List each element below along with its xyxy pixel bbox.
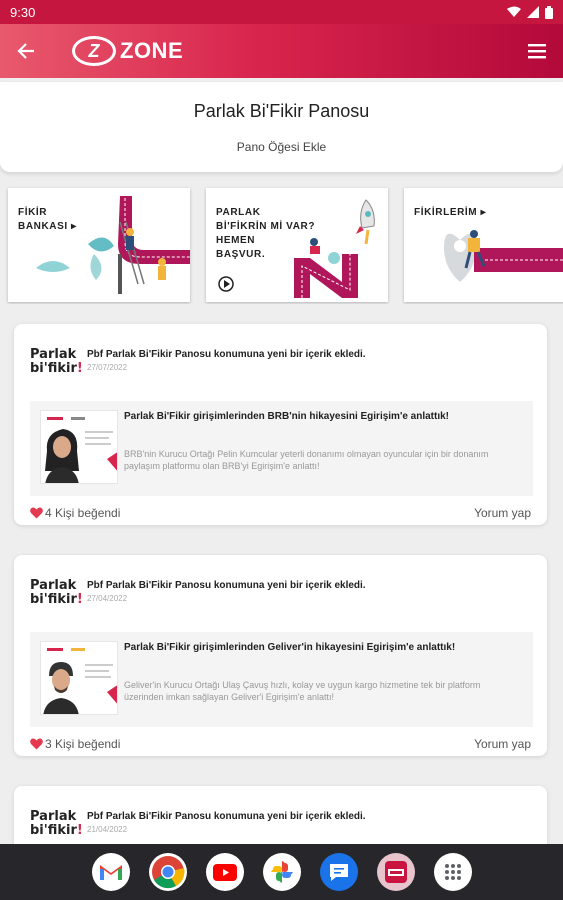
battery-icon — [545, 5, 553, 19]
post-logo-dot: ! — [76, 361, 83, 376]
post-header: Pbf Parlak Bi'Fikir Panosu konumuna yeni… — [87, 580, 366, 591]
chrome-icon — [151, 856, 184, 889]
post-logo-dot: ! — [76, 823, 83, 838]
page-title: Parlak Bi'Fikir Panosu — [193, 101, 370, 121]
board-header-card: Parlak Bi'Fikir Panosu Pano Öğesi Ekle — [0, 82, 563, 172]
banner3-line1: FİKİRLERİM ▸ — [414, 207, 487, 218]
banner2-line3: HEMEN — [216, 235, 256, 246]
parlak-bifikir-logo: Parlak bi'fikir! — [30, 579, 83, 607]
youtube-icon — [212, 863, 237, 881]
shared-link-description: BRB'nin Kurucu Ortağı Pelin Kumcular yet… — [124, 449, 489, 471]
logo-z-mark: Z — [72, 36, 116, 66]
banner-fikirlerim[interactable]: FİKİRLERİM ▸ — [404, 188, 563, 302]
banner2-line1: PARLAK — [216, 207, 261, 218]
like-count: 4 Kişi beğendi — [45, 506, 121, 520]
heart-icon — [30, 507, 43, 519]
like-button[interactable]: 3 Kişi beğendi — [30, 737, 120, 751]
signal-icon — [527, 6, 539, 18]
post-logo-line1: Parlak — [30, 809, 77, 824]
back-arrow-icon — [17, 43, 34, 59]
zone-logo: Z ZONE — [72, 36, 183, 66]
chrome-app[interactable] — [148, 853, 187, 891]
photos-icon — [270, 861, 293, 883]
add-board-item-link[interactable]: Pano Öğesi Ekle — [0, 140, 563, 154]
banner2-line2: Bİ'FİKRİN Mİ VAR? — [216, 221, 316, 232]
post-logo-line1: Parlak — [30, 578, 77, 593]
status-bar: 9:30 — [0, 0, 563, 24]
youtube-app[interactable] — [205, 853, 244, 891]
parlak-bifikir-logo: Parlak bi'fikir! — [30, 810, 83, 838]
messages-app[interactable] — [319, 853, 358, 891]
banner2-line4: BAŞVUR. — [216, 249, 266, 260]
gmail-icon — [99, 865, 122, 880]
like-button[interactable]: 4 Kişi beğendi — [30, 506, 120, 520]
zone-app-icon — [384, 861, 407, 883]
shared-link-card[interactable]: Parlak Bi'Fikir girişimlerinden Geliver'… — [30, 632, 533, 727]
wifi-icon — [507, 6, 521, 17]
app-bar: Z ZONE — [0, 24, 563, 78]
like-count: 3 Kişi beğendi — [45, 737, 121, 751]
post-logo-line2: bi'fikir — [30, 361, 77, 376]
shared-link-thumbnail — [40, 410, 118, 484]
logo-text: ZONE — [120, 38, 184, 63]
heart-icon — [30, 738, 43, 750]
comment-button[interactable]: Yorum yap — [474, 737, 531, 751]
shared-link-title: Parlak Bi'Fikir girişimlerinden Geliver'… — [124, 642, 456, 653]
shared-link-card[interactable]: Parlak Bi'Fikir girişimlerinden BRB'nin … — [30, 401, 533, 496]
hamburger-icon — [528, 44, 546, 59]
post-logo-dot: ! — [76, 592, 83, 607]
system-dock — [0, 844, 563, 900]
post-header: Pbf Parlak Bi'Fikir Panosu konumuna yeni… — [87, 349, 366, 360]
app-drawer-button[interactable] — [433, 853, 472, 891]
post-logo-line2: bi'fikir — [30, 592, 77, 607]
post-logo-line2: bi'fikir — [30, 823, 77, 838]
parlak-bifikir-logo: Parlak bi'fikir! — [30, 348, 83, 376]
shared-link-thumbnail — [40, 641, 118, 715]
banner-carousel[interactable]: FİKİR BANKASI ▸ PARLAK Bİ'FİKRİN Mİ VAR?… — [0, 186, 563, 304]
post-card: Parlak bi'fikir! Pbf Parlak Bi'Fikir Pan… — [14, 324, 547, 525]
banner1-line2: BANKASI ▸ — [18, 221, 77, 232]
status-time: 9:30 — [10, 4, 36, 20]
post-date: 27/04/2022 — [87, 594, 128, 603]
shared-link-description: Geliver'in Kurucu Ortağı Ulaş Çavuş hızl… — [124, 680, 481, 702]
app-drawer-icon — [444, 864, 461, 880]
post-card: Parlak bi'fikir! Pbf Parlak Bi'Fikir Pan… — [14, 555, 547, 756]
messages-icon — [329, 864, 348, 881]
zone-app[interactable] — [376, 853, 415, 891]
photos-app[interactable] — [262, 853, 301, 891]
back-button[interactable] — [0, 24, 52, 78]
person-photo-icon — [43, 648, 117, 714]
person-photo-icon — [45, 417, 117, 483]
post-date: 27/07/2022 — [87, 363, 128, 372]
banner1-line1: FİKİR — [18, 207, 48, 218]
shared-link-title: Parlak Bi'Fikir girişimlerinden BRB'nin … — [124, 411, 450, 422]
banner-basvur[interactable]: PARLAK Bİ'FİKRİN Mİ VAR? HEMEN BAŞVUR. — [206, 188, 388, 302]
menu-button[interactable] — [511, 24, 563, 78]
comment-button[interactable]: Yorum yap — [474, 506, 531, 520]
post-logo-line1: Parlak — [30, 347, 77, 362]
banner-fikir-bankasi[interactable]: FİKİR BANKASI ▸ — [8, 188, 190, 302]
post-header: Pbf Parlak Bi'Fikir Panosu konumuna yeni… — [87, 811, 366, 822]
post-date: 21/04/2022 — [87, 825, 128, 834]
gmail-app[interactable] — [91, 853, 130, 891]
